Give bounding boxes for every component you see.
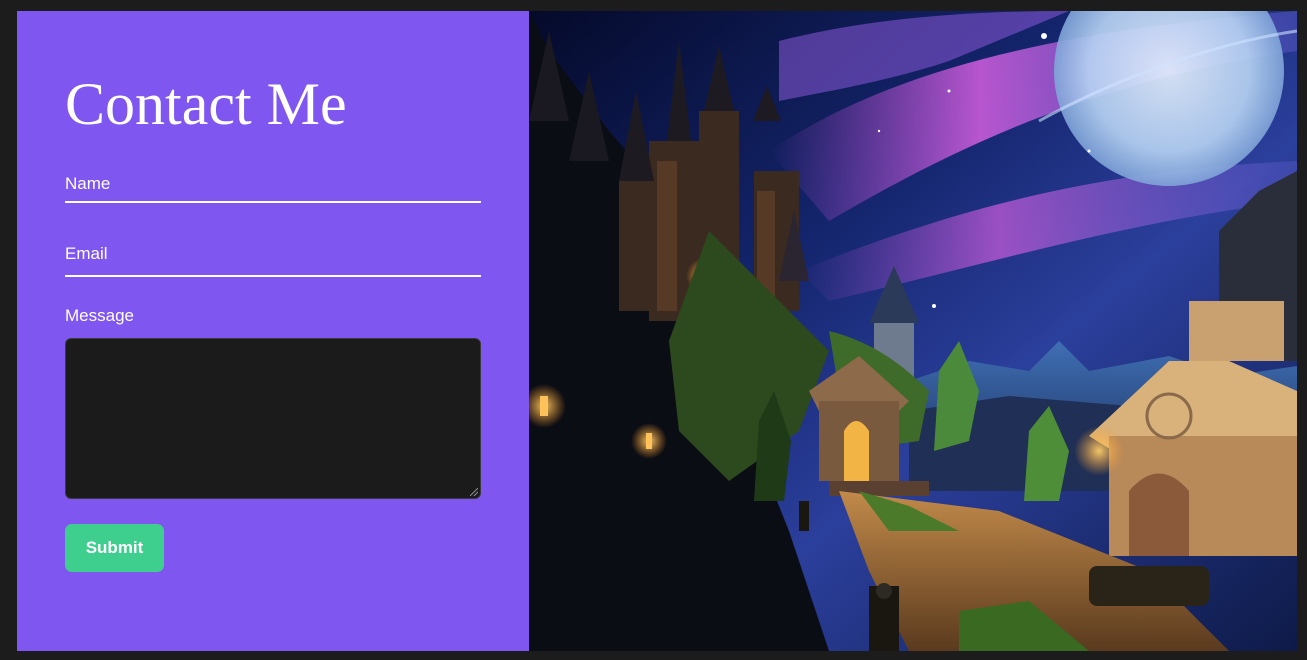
email-field[interactable] xyxy=(65,275,481,277)
page-title: Contact Me xyxy=(65,71,347,137)
message-textarea[interactable] xyxy=(65,338,481,499)
contact-section: Contact Me Name Email Message Submit xyxy=(17,11,1297,651)
name-field[interactable] xyxy=(65,201,481,203)
fantasy-castle-night-illustration-icon xyxy=(529,11,1297,651)
contact-form-panel: Contact Me Name Email Message Submit xyxy=(17,11,529,651)
message-label: Message xyxy=(65,306,134,325)
castle-illustration xyxy=(529,11,1297,651)
name-label: Name xyxy=(65,174,111,193)
resize-grip-icon[interactable] xyxy=(470,488,478,496)
submit-button[interactable]: Submit xyxy=(65,524,164,572)
email-label: Email xyxy=(65,244,108,263)
